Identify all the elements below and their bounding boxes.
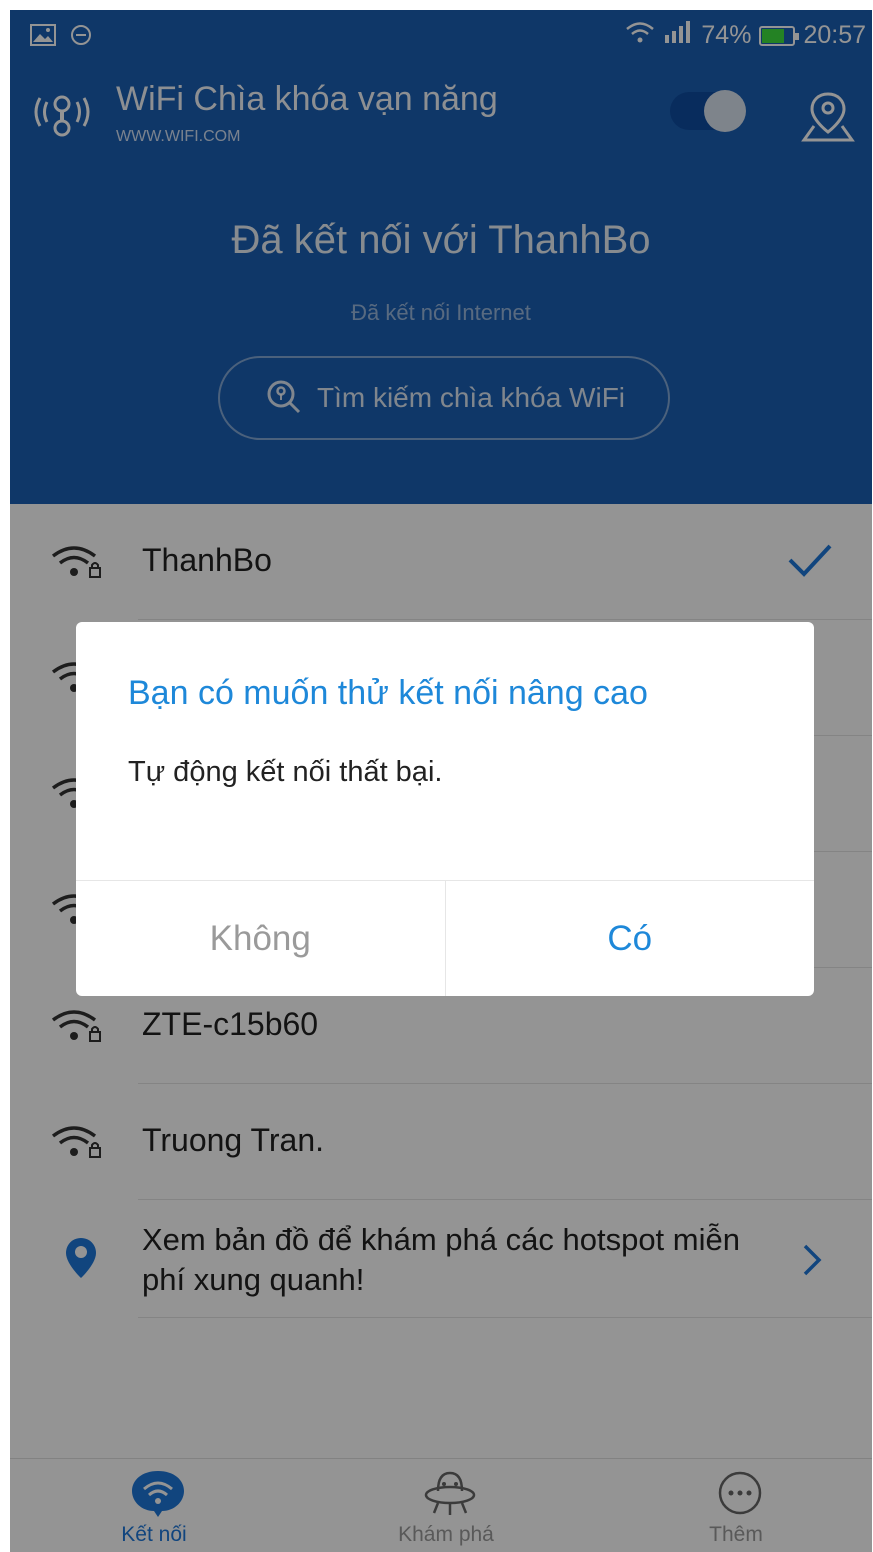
dialog-message: Tự động kết nối thất bại. [128, 756, 443, 788]
advanced-connect-dialog: Bạn có muốn thử kết nối nâng cao Tự động… [76, 622, 814, 996]
cancel-button[interactable]: Không [76, 881, 446, 996]
dialog-title: Bạn có muốn thử kết nối nâng cao [128, 674, 648, 712]
app-screen: 74% 20:57 WiFi Chìa khóa vạn năng WWW.WI… [10, 10, 872, 1552]
dialog-button-bar: Không Có [76, 880, 814, 996]
confirm-button[interactable]: Có [446, 881, 815, 996]
